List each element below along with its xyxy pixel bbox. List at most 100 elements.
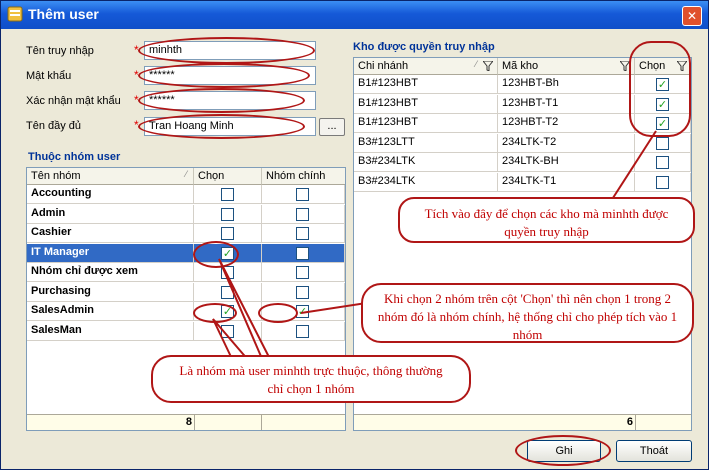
warehouse-code-cell: 234LTK-T2 [498,133,635,153]
checkbox-unchecked[interactable] [296,324,309,338]
confirm-password-label: Xác nhận mật khẩu [26,95,121,107]
group-name: IT Manager [27,243,194,263]
highlight-oval [629,41,691,137]
group-name: SalesMan [27,321,194,341]
column-header-choose[interactable]: Chọn [194,168,262,185]
checkbox-unchecked[interactable] [296,227,309,240]
group-name: SalesAdmin [27,302,194,321]
checkbox-unchecked[interactable] [221,207,234,221]
choose-cell [194,224,262,243]
table-row[interactable]: Purchasing [27,282,345,302]
callout-group: Là nhóm mà user minhth trực thuộc, thông… [151,355,471,403]
table-row[interactable]: Accounting [27,185,345,204]
table-row[interactable]: IT Manager ✓ [27,243,345,263]
header-label: Tên nhóm [31,170,81,182]
highlight-oval [138,63,310,88]
column-header-group-name[interactable]: Tên nhóm ⁄ [27,168,194,185]
primary-cell [262,263,345,282]
sort-icon: ⁄ [185,169,187,179]
fullname-label: Tên đầy đủ [26,120,82,132]
warehouses-section-title: Kho được quyền truy nhập [353,41,495,53]
primary-cell [262,204,345,224]
highlight-oval [138,114,305,139]
column-header-warehouse-code[interactable]: Mã kho [498,58,635,75]
groups-count: 8 [185,416,192,428]
checkbox-unchecked[interactable] [221,285,234,299]
group-name: Accounting [27,185,194,204]
warehouse-code-cell: 234LTK-T1 [498,172,635,192]
browse-button[interactable]: ... [319,118,345,136]
groups-footer: 8 [27,414,345,430]
highlight-oval [193,303,237,323]
table-row[interactable]: B3#234LTK 234LTK-BH [354,153,691,172]
checkbox-unchecked[interactable] [221,227,234,240]
highlight-oval [138,37,315,64]
groups-section-title: Thuộc nhóm user [28,151,121,163]
branch-cell: B3#234LTK [354,153,498,172]
column-header-primary[interactable]: Nhóm chính [262,168,345,185]
checkbox-unchecked[interactable] [221,188,234,201]
filter-icon[interactable] [483,61,493,71]
close-button[interactable]: ✕ [682,6,702,26]
footer-divider [635,415,636,430]
window-title: Thêm user [28,6,99,22]
warehouse-code-cell: 123HBT-Bh [498,75,635,94]
username-label: Tên truy nhập [26,45,94,57]
title-bar[interactable]: Thêm user ✕ [1,1,708,29]
primary-cell [262,282,345,302]
checkbox-unchecked[interactable] [221,266,234,279]
highlight-oval [258,303,298,323]
checkbox-unchecked[interactable] [656,156,669,169]
branch-cell: B3#234LTK [354,172,498,192]
choose-cell [194,204,262,224]
footer-cell [194,415,262,430]
checkbox-unchecked[interactable] [656,175,669,189]
group-name: Admin [27,204,194,224]
table-row[interactable]: B3#234LTK 234LTK-T1 [354,172,691,192]
app-icon [7,6,23,22]
choose-cell [194,185,262,204]
choose-cell [635,172,691,192]
branch-cell: B1#123HBT [354,75,498,94]
checkbox-unchecked[interactable] [296,266,309,279]
highlight-oval [138,88,305,113]
callout-primary: Khi chọn 2 nhóm trên cột 'Chọn' thì nên … [361,283,694,343]
branch-cell: B3#123LTT [354,133,498,153]
branch-cell: B1#123HBT [354,94,498,114]
checkbox-unchecked[interactable] [296,188,309,201]
primary-cell [262,224,345,243]
add-user-dialog: Thêm user ✕ Tên truy nhập Mật khẩu Xác n… [0,0,709,470]
highlight-oval [515,435,611,466]
table-row[interactable]: Cashier [27,224,345,243]
branch-cell: B1#123HBT [354,114,498,133]
header-label: Chi nhánh [358,60,409,72]
warehouse-code-cell: 123HBT-T2 [498,114,635,133]
warehouse-code-cell: 234LTK-BH [498,153,635,172]
table-row[interactable]: B3#123LTT 234LTK-T2 [354,133,691,153]
checkbox-unchecked[interactable] [221,324,234,338]
checkbox-unchecked[interactable] [296,207,309,221]
password-label: Mật khẩu [26,70,72,82]
choose-cell [194,321,262,341]
header-label: Mã kho [502,60,539,72]
callout-warehouse: Tích vào đây để chọn các kho mà minhth đ… [398,197,695,243]
table-row[interactable]: SalesMan [27,321,345,341]
group-name: Cashier [27,224,194,243]
group-name: Purchasing [27,282,194,302]
primary-cell [262,321,345,341]
checkbox-unchecked[interactable] [296,285,309,299]
choose-cell [194,282,262,302]
group-name: Nhóm chỉ được xem [27,263,194,282]
table-row[interactable]: Admin [27,204,345,224]
choose-cell [635,153,691,172]
checkbox-unchecked[interactable] [656,136,669,150]
exit-button[interactable]: Thoát [616,440,692,462]
table-row[interactable]: Nhóm chỉ được xem [27,263,345,282]
checkbox-unchecked[interactable] [296,246,309,260]
primary-cell [262,243,345,263]
column-header-branch[interactable]: Chi nhánh ⁄ [354,58,498,75]
warehouses-count: 6 [626,416,633,428]
highlight-oval [193,241,239,268]
warehouse-code-cell: 123HBT-T1 [498,94,635,114]
primary-cell [262,185,345,204]
